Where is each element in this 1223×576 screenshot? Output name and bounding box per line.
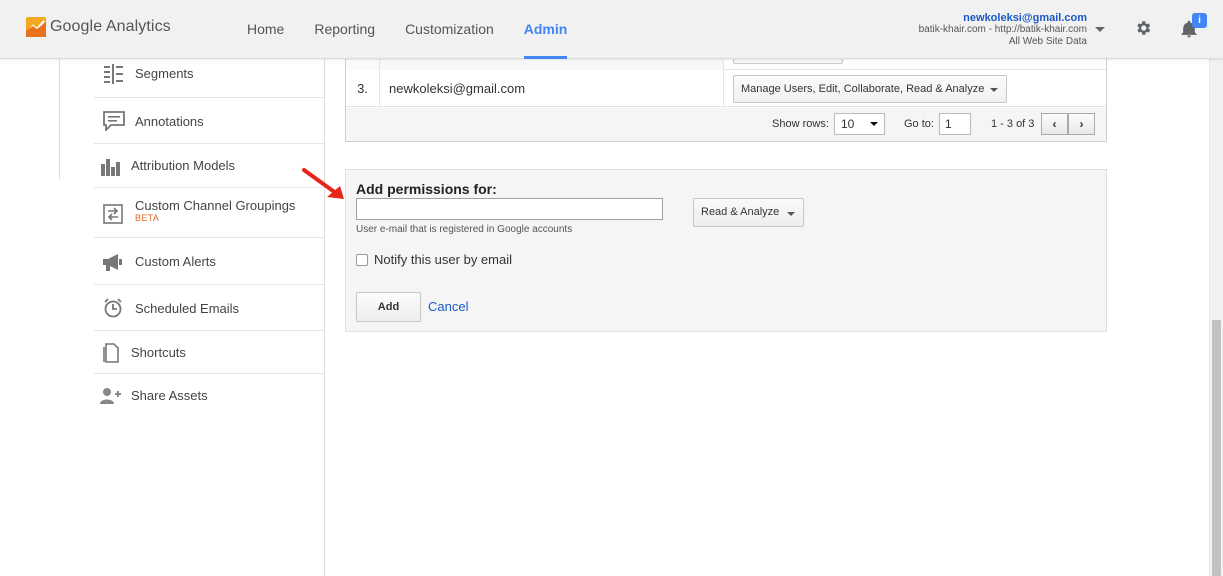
sidebar-item-shortcuts[interactable]: Shortcuts xyxy=(94,331,324,374)
nav-home[interactable]: Home xyxy=(232,0,299,59)
notify-label[interactable]: Notify this user by email xyxy=(374,252,512,267)
attribution-icon xyxy=(101,159,120,176)
email-hint: User e-mail that is registered in Google… xyxy=(356,224,573,235)
add-permissions-panel: Add permissions for: User e-mail that is… xyxy=(345,169,1107,332)
role-dropdown[interactable]: Read & Analyze xyxy=(693,198,804,227)
sidebar-item-share-assets[interactable]: Share Assets xyxy=(94,374,324,416)
add-person-icon xyxy=(100,388,121,404)
clock-icon xyxy=(104,298,122,318)
account-email: newkoleksi@gmail.com xyxy=(963,12,1087,24)
account-chevron-down-icon[interactable] xyxy=(1095,27,1105,32)
show-rows-select[interactable]: 10 xyxy=(834,113,885,135)
table-cell xyxy=(380,59,724,70)
account-selector[interactable]: newkoleksi@gmail.com batik-khair.com - h… xyxy=(919,12,1087,48)
sidebar-label: Custom Alerts xyxy=(135,254,216,269)
account-property: batik-khair.com - http://batik-khair.com xyxy=(918,24,1087,35)
cancel-link[interactable]: Cancel xyxy=(428,299,468,314)
sidebar-item-custom-alerts[interactable]: Custom Alerts xyxy=(94,238,324,285)
sidebar-divider xyxy=(324,59,325,576)
account-view: All Web Site Data xyxy=(1008,36,1087,47)
beta-badge: BETA xyxy=(135,213,160,223)
nav-customization[interactable]: Customization xyxy=(390,0,509,59)
segments-icon xyxy=(104,64,123,84)
scrollbar-thumb[interactable] xyxy=(1212,320,1221,576)
role-value: Read & Analyze xyxy=(701,206,780,218)
sidebar-label: Scheduled Emails xyxy=(135,301,240,316)
sidebar-label: Custom Channel Groupings xyxy=(135,198,296,213)
notify-checkbox[interactable] xyxy=(356,253,368,266)
chevron-down-icon xyxy=(990,88,998,92)
brand-name: Google Analytics xyxy=(50,18,171,35)
gear-icon[interactable] xyxy=(1134,19,1152,37)
sidebar-label: Annotations xyxy=(135,114,204,129)
sidebar-label: Segments xyxy=(135,66,194,81)
table-pager: Show rows: 10 Go to: 1 1 - 3 of 3 ‹ › xyxy=(346,108,1106,141)
top-header: Google Analytics Home Reporting Customiz… xyxy=(0,0,1223,59)
table-cell xyxy=(346,59,380,70)
sidebar-item-attribution-models[interactable]: Attribution Models xyxy=(94,144,324,188)
user-email-input[interactable] xyxy=(356,198,663,220)
chevron-down-icon xyxy=(870,122,878,126)
row-index: 3. xyxy=(346,70,380,107)
permissions-dropdown[interactable]: Manage Users, Edit, Collaborate, Read & … xyxy=(733,75,1007,103)
annotations-icon xyxy=(103,111,125,131)
next-page-button[interactable]: › xyxy=(1068,113,1095,135)
chevron-left-icon: ‹ xyxy=(1052,117,1057,131)
nav-admin[interactable]: Admin xyxy=(509,0,583,59)
permissions-value: Manage Users, Edit, Collaborate, Read & … xyxy=(741,83,985,95)
chevron-right-icon: › xyxy=(1079,117,1084,131)
show-rows-label: Show rows: xyxy=(772,118,829,130)
brand-logo[interactable]: Google Analytics xyxy=(26,17,171,37)
admin-sidebar: Segments Annotations Attribution Models … xyxy=(94,50,324,416)
sidebar-label-group: Custom Channel Groupings BETA xyxy=(135,198,295,223)
document-icon xyxy=(103,343,119,363)
page-range: 1 - 3 of 3 xyxy=(991,118,1035,130)
panel-divider xyxy=(59,59,60,179)
main-nav: Home Reporting Customization Admin xyxy=(232,0,582,59)
goto-label: Go to: xyxy=(904,118,934,130)
megaphone-icon xyxy=(103,254,122,271)
add-button[interactable]: Add xyxy=(356,292,421,322)
table-row xyxy=(346,58,1106,70)
user-permissions-table: 3. newkoleksi@gmail.com Manage Users, Ed… xyxy=(345,58,1107,142)
sidebar-label: Attribution Models xyxy=(131,158,236,173)
row-email: newkoleksi@gmail.com xyxy=(380,70,724,107)
channel-groupings-icon xyxy=(103,204,123,224)
sidebar-item-annotations[interactable]: Annotations xyxy=(94,98,324,144)
sidebar-label: Share Assets xyxy=(131,388,208,403)
add-permissions-title: Add permissions for: xyxy=(356,181,497,197)
goto-page-input[interactable]: 1 xyxy=(939,113,971,135)
nav-reporting[interactable]: Reporting xyxy=(299,0,390,59)
prev-page-button[interactable]: ‹ xyxy=(1041,113,1068,135)
analytics-logo-icon xyxy=(26,17,46,37)
show-rows-value: 10 xyxy=(841,117,855,131)
notification-badge[interactable]: i xyxy=(1192,13,1207,28)
sidebar-label: Shortcuts xyxy=(131,345,186,360)
chevron-down-icon xyxy=(787,212,795,216)
notify-option[interactable]: Notify this user by email xyxy=(356,252,512,267)
sidebar-item-scheduled-emails[interactable]: Scheduled Emails xyxy=(94,285,324,331)
table-row: 3. newkoleksi@gmail.com Manage Users, Ed… xyxy=(346,70,1106,107)
sidebar-item-custom-channel-groupings[interactable]: Custom Channel Groupings BETA xyxy=(94,188,324,238)
